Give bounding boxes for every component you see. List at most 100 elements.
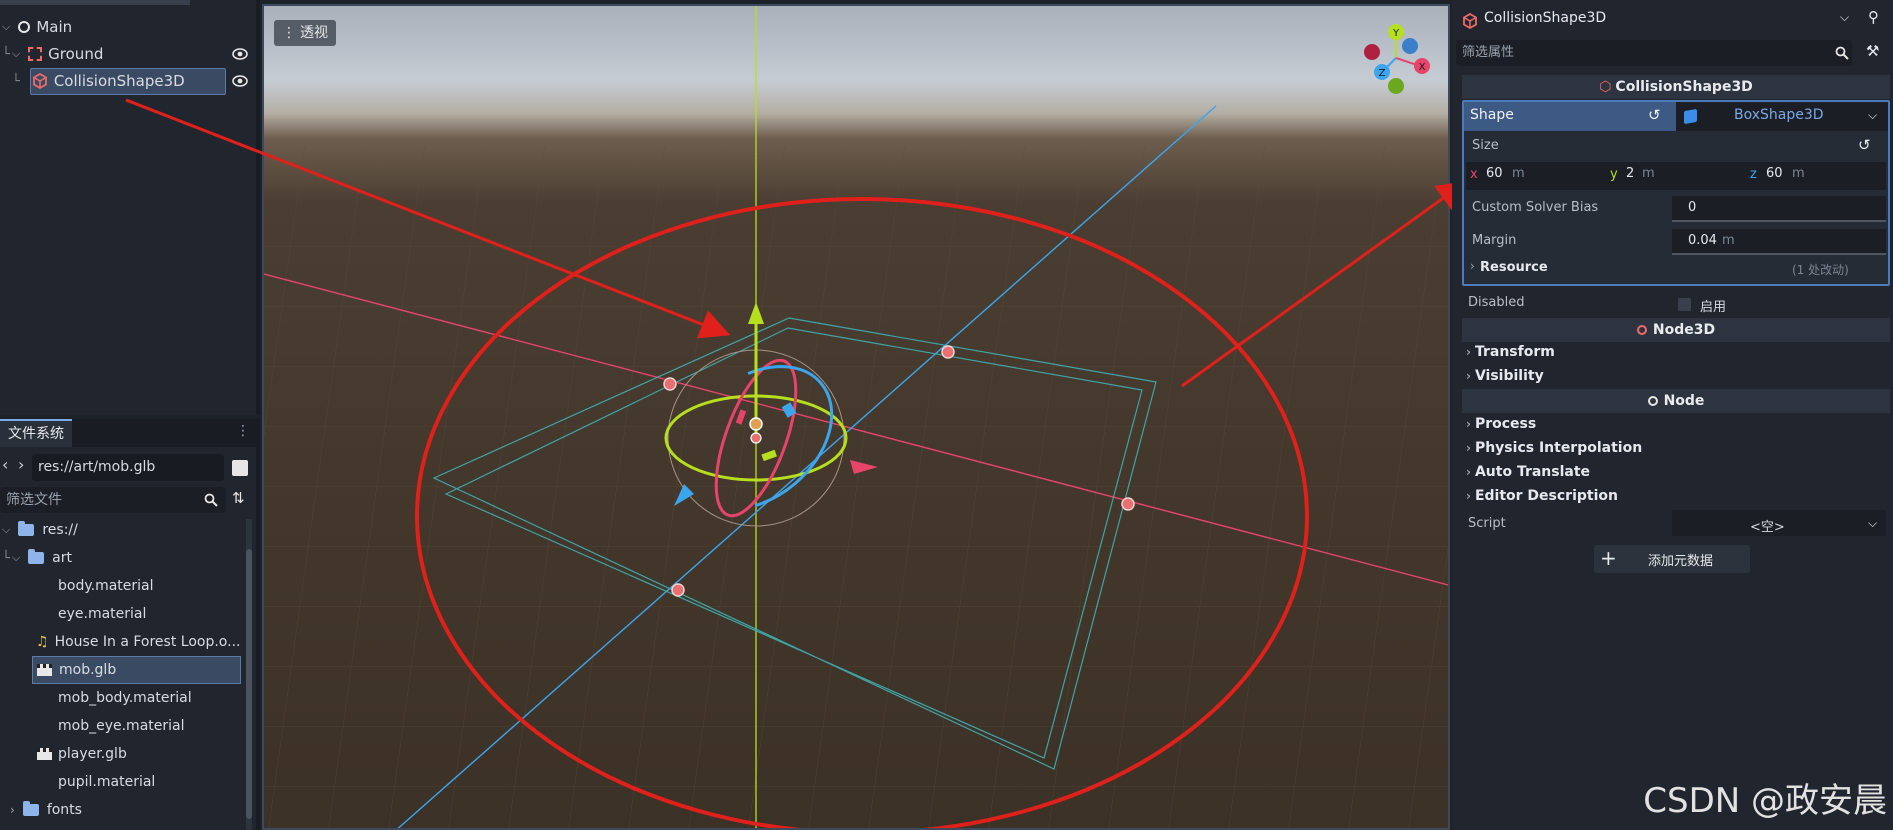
list-item[interactable]: ♫ House In a Forest Loop.o...	[0, 628, 245, 656]
tree-node-ground[interactable]: └ ⌵ Ground	[0, 41, 256, 67]
visibility-eye-icon[interactable]	[232, 46, 248, 62]
chevron-right-icon[interactable]: ›	[10, 803, 15, 817]
size-label: Size	[1472, 138, 1499, 153]
size-x-value[interactable]: 60	[1486, 166, 1503, 181]
view-gizmo-y-label: Y	[1392, 28, 1400, 39]
chevron-down-icon[interactable]: ⌵	[12, 551, 20, 565]
list-item[interactable]: mob_eye.material	[0, 712, 245, 740]
group-label: Transform	[1474, 344, 1555, 360]
group-process[interactable]: › Process	[1466, 416, 1536, 432]
node-history-icon[interactable]: ⚲	[1868, 8, 1879, 26]
list-item-label: House In a Forest Loop.o...	[54, 634, 241, 650]
search-icon	[1835, 46, 1849, 60]
list-item[interactable]: body.material	[0, 572, 245, 600]
group-label: Process	[1474, 416, 1537, 432]
watermark: CSDN @政安晨	[1643, 781, 1887, 821]
list-item-label: mob_body.material	[58, 690, 192, 706]
audio-icon: ♫	[36, 634, 49, 650]
static-body-icon	[28, 47, 43, 61]
view-gizmo-neg-x[interactable]	[1364, 44, 1380, 60]
chevron-down-icon[interactable]: ⌵	[1840, 10, 1849, 25]
size-z-unit: m	[1792, 166, 1805, 181]
group-physics-interpolation[interactable]: › Physics Interpolation	[1466, 440, 1642, 456]
group-visibility[interactable]: › Visibility	[1466, 368, 1544, 384]
more-options-icon[interactable]: ⋮	[236, 423, 250, 439]
chevron-down-icon[interactable]: ⌵	[1868, 516, 1877, 531]
tab-filesystem[interactable]: 文件系统	[0, 419, 72, 447]
list-item-label: body.material	[58, 578, 154, 594]
scene-tree-panel: ⌵ Main └ ⌵ Ground └ CollisionShape3D	[0, 0, 260, 415]
scene-file-icon	[37, 664, 52, 676]
sort-icon[interactable]: ⇅	[232, 489, 245, 507]
resource-changes: (1 处改动)	[1792, 263, 1849, 277]
revert-icon[interactable]: ↺	[1648, 106, 1661, 124]
list-item[interactable]: mob_body.material	[0, 684, 245, 712]
search-icon	[204, 493, 218, 507]
chevron-right-icon: ›	[1466, 465, 1471, 479]
list-item-selected[interactable]: mob.glb	[32, 656, 241, 684]
node-circle-icon	[1647, 396, 1658, 406]
node-circle-icon	[18, 21, 31, 33]
z-axis-label: z	[1750, 167, 1757, 182]
scrollbar[interactable]	[246, 519, 252, 830]
group-transform[interactable]: › Transform	[1466, 344, 1555, 360]
property-filter-input[interactable]: 筛选属性	[1456, 40, 1852, 66]
tree-node-label: Ground	[48, 45, 104, 63]
list-item[interactable]: pupil.material	[0, 768, 245, 796]
group-label: Editor Description	[1474, 488, 1618, 504]
list-item-label: player.glb	[58, 746, 127, 762]
chevron-right-icon: ›	[1466, 441, 1471, 455]
inspector-node-title[interactable]: CollisionShape3D	[1484, 10, 1606, 26]
list-item[interactable]: ⌵ res://	[0, 516, 245, 544]
tree-node-collisionshape[interactable]: └ CollisionShape3D	[0, 68, 256, 95]
class-header-node: Node	[1462, 389, 1890, 413]
size-handle[interactable]	[1121, 497, 1135, 511]
custom-solver-bias-value: 0	[1688, 200, 1697, 215]
resource-group[interactable]: Resource	[1480, 260, 1548, 275]
list-item[interactable]: eye.material	[0, 600, 245, 628]
tree-node-main[interactable]: ⌵ Main	[0, 14, 72, 40]
perspective-menu-button[interactable]: ⋮ 透视	[274, 20, 336, 46]
list-item[interactable]: › fonts	[0, 796, 245, 824]
chevron-right-icon[interactable]: ›	[1470, 259, 1475, 273]
size-handle[interactable]	[671, 583, 685, 597]
list-item[interactable]: └ ⌵ art	[0, 544, 245, 572]
list-item[interactable]: player.glb	[0, 740, 245, 768]
file-filter-input[interactable]: 筛选文件	[0, 487, 226, 513]
custom-solver-bias-field[interactable]	[1672, 196, 1886, 222]
path-field[interactable]: res://art/mob.glb	[32, 454, 224, 481]
gizmo-origin[interactable]	[750, 432, 762, 444]
gizmo-center-handle[interactable]	[749, 417, 763, 431]
view-gizmo-x-label: X	[1419, 62, 1426, 73]
group-editor-description[interactable]: › Editor Description	[1466, 488, 1618, 504]
layout-toggle-icon[interactable]	[232, 460, 248, 476]
chevron-down-icon[interactable]: ⌵	[2, 523, 10, 537]
chevron-down-icon[interactable]: ⌵	[2, 20, 10, 34]
chevron-down-icon[interactable]: ⌵	[12, 47, 20, 61]
revert-icon[interactable]: ↺	[1858, 136, 1871, 154]
size-handle[interactable]	[941, 345, 955, 359]
size-vector-field	[1466, 162, 1886, 190]
visibility-eye-icon[interactable]	[232, 73, 248, 89]
class-header-collisionshape3d: ⬡ CollisionShape3D	[1462, 75, 1890, 99]
group-auto-translate[interactable]: › Auto Translate	[1466, 464, 1590, 480]
view-gizmo-neg-z[interactable]	[1402, 38, 1418, 54]
list-item-label: art	[52, 550, 72, 566]
size-z-value[interactable]: 60	[1766, 166, 1783, 181]
back-arrow-icon[interactable]: ‹	[2, 455, 8, 474]
chevron-down-icon[interactable]: ⌵	[1868, 108, 1877, 123]
x-axis-label: x	[1470, 167, 1478, 182]
collision-shape-icon: ⬡	[1599, 79, 1612, 95]
disabled-checkbox[interactable]	[1678, 298, 1691, 311]
y-axis-label: y	[1610, 167, 1618, 182]
forward-arrow-icon[interactable]: ›	[18, 455, 24, 474]
view-gizmo-neg-y[interactable]	[1388, 78, 1404, 94]
class-header-node3d: Node3D	[1462, 318, 1890, 342]
margin-label: Margin	[1472, 233, 1517, 248]
tools-icon[interactable]: ⚒	[1866, 42, 1879, 60]
size-y-value[interactable]: 2	[1626, 166, 1634, 181]
menu-dots-icon: ⋮	[282, 25, 296, 41]
3d-viewport[interactable]: Y X Z ⋮ 透视	[262, 4, 1450, 830]
class-header-label: Node3D	[1652, 322, 1716, 338]
size-handle[interactable]	[663, 377, 677, 391]
